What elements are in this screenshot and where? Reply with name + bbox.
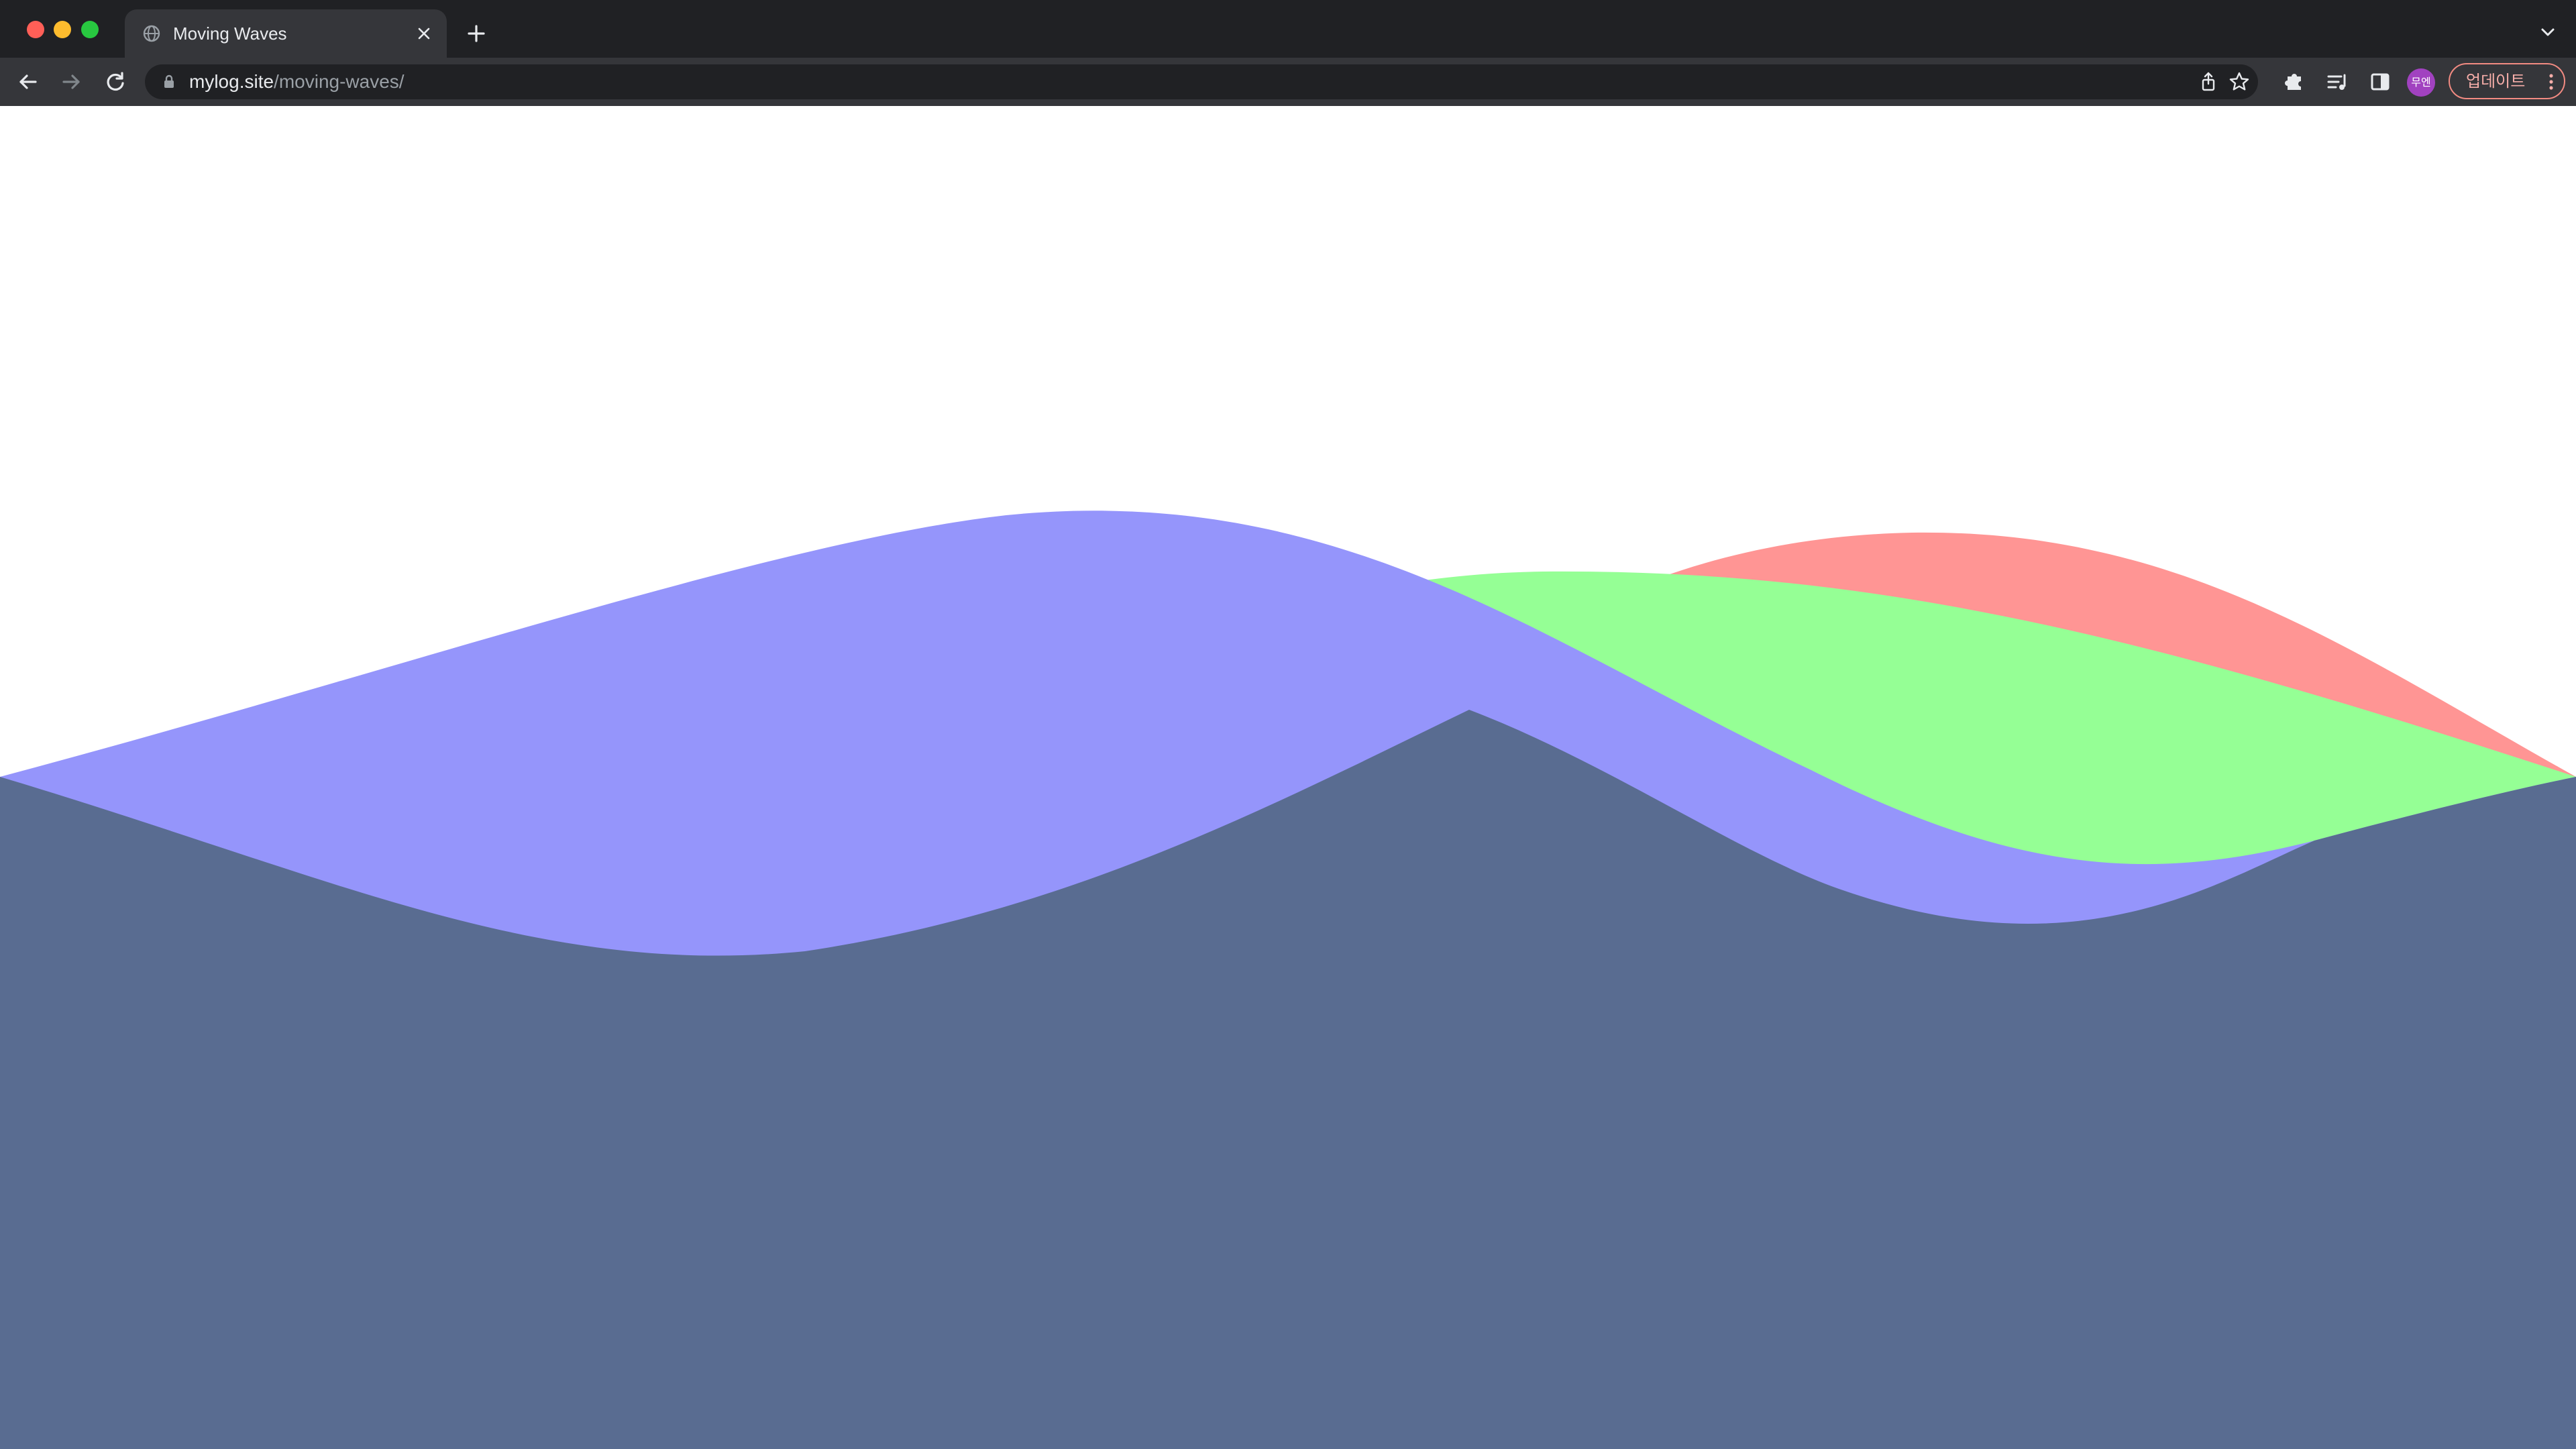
update-button[interactable]: 업데이트 [2449,63,2565,99]
address-bar[interactable]: mylog.site/moving-waves/ [145,64,2258,99]
share-icon[interactable] [2196,70,2220,94]
forward-arrow-icon[interactable] [56,67,86,97]
tab-title: Moving Waves [173,23,287,44]
url-path: /moving-waves/ [274,71,405,92]
star-icon[interactable] [2227,70,2251,94]
kebab-menu-icon[interactable] [2548,72,2555,91]
url-text: mylog.site/moving-waves/ [189,70,405,94]
waves-canvas [0,511,2576,1449]
update-label: 업데이트 [2466,72,2526,91]
minimize-window-button[interactable] [54,21,71,38]
zoom-window-button[interactable] [81,21,99,38]
back-arrow-icon[interactable] [13,67,43,97]
page-content [0,106,2576,1449]
url-host: mylog.site [189,71,274,92]
chevron-down-icon[interactable] [2536,20,2560,44]
side-panel-icon[interactable] [2365,67,2395,97]
reading-list-icon[interactable] [2322,67,2352,97]
close-icon[interactable] [412,21,436,46]
puzzle-icon[interactable] [2279,67,2309,97]
toolbar: mylog.site/moving-waves/ 무엔 업데이트 [0,58,2576,106]
plus-icon[interactable] [463,20,490,47]
globe-icon [143,25,160,42]
avatar[interactable]: 무엔 [2407,68,2435,97]
tab-strip: Moving Waves [0,0,2576,58]
active-tab[interactable]: Moving Waves [125,9,447,58]
reload-icon[interactable] [101,67,130,97]
browser-window: Moving Waves mylog.site/moving-waves/ 무엔… [0,0,2576,1449]
close-window-button[interactable] [27,21,44,38]
lock-icon[interactable] [160,72,178,91]
